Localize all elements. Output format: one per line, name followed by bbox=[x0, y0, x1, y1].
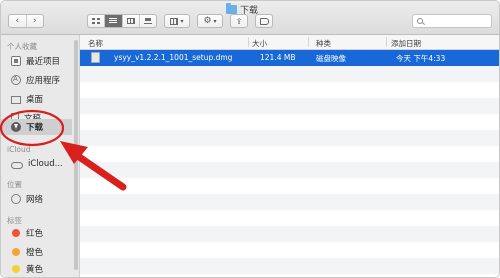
group-icon bbox=[170, 17, 179, 25]
applications-icon bbox=[11, 75, 21, 85]
column-header-row: 名称 大小 种类 添加日期 bbox=[80, 35, 499, 50]
forward-button[interactable]: › bbox=[27, 15, 44, 27]
sidebar-heading-icloud: iCloud bbox=[7, 145, 31, 154]
sidebar-item-label: 最近项目 bbox=[26, 57, 61, 67]
tag-icon bbox=[259, 17, 269, 25]
sidebar-item-label: 红色 bbox=[26, 229, 44, 239]
icon-view-button[interactable] bbox=[88, 15, 106, 27]
column-view-button[interactable] bbox=[123, 15, 140, 27]
icloud-icon bbox=[11, 161, 23, 169]
chevron-down-icon: ▾ bbox=[213, 17, 217, 25]
orange-tag-icon bbox=[12, 248, 20, 256]
column-header-kind[interactable]: 种类 bbox=[316, 38, 331, 49]
disk-image-icon bbox=[91, 52, 100, 63]
tags-button[interactable] bbox=[255, 14, 273, 28]
chevron-right-icon: › bbox=[32, 16, 37, 26]
sidebar-item-label: 橙色 bbox=[26, 248, 44, 258]
list-icon bbox=[109, 18, 118, 24]
column-divider bbox=[308, 37, 309, 47]
sidebar-item-label: 桌面 bbox=[26, 95, 44, 105]
sidebar-item-tag-red[interactable]: 红色 bbox=[1, 225, 72, 241]
sidebar-item-tag-yellow[interactable]: 黄色 bbox=[1, 261, 72, 277]
view-switcher bbox=[87, 14, 157, 28]
sidebar-item-tag-orange[interactable]: 橙色 bbox=[1, 244, 72, 260]
sidebar-item-label: iCloud... bbox=[28, 159, 63, 169]
red-tag-icon bbox=[12, 229, 20, 237]
column-header-size[interactable]: 大小 bbox=[252, 38, 267, 49]
sidebar-item-icloud-drive[interactable]: iCloud... bbox=[1, 156, 72, 172]
sidebar-heading-locations: 位置 bbox=[7, 180, 22, 189]
empty-row bbox=[80, 226, 499, 242]
sidebar-item-label: 网络 bbox=[26, 195, 44, 205]
sidebar: 个人收藏 最近项目 应用程序 桌面 文稿 下载 iCloud iCloud...… bbox=[1, 35, 80, 277]
sidebar-item-downloads[interactable]: 下载 bbox=[1, 119, 72, 135]
empty-row bbox=[80, 242, 499, 258]
empty-row bbox=[80, 66, 499, 82]
file-list: 名称 大小 种类 添加日期 ysyy_v1.2.2.1_1001_setup.d… bbox=[80, 35, 499, 277]
empty-row bbox=[80, 210, 499, 226]
group-button[interactable]: ▾ bbox=[164, 14, 190, 28]
empty-row bbox=[80, 130, 499, 146]
action-button[interactable]: ⚙ ▾ bbox=[197, 14, 223, 28]
desktop-icon bbox=[11, 95, 21, 104]
recents-icon bbox=[11, 56, 21, 66]
search-icon bbox=[417, 18, 423, 24]
empty-row bbox=[80, 146, 499, 162]
column-divider bbox=[386, 37, 387, 47]
folder-icon bbox=[226, 2, 237, 14]
empty-row bbox=[80, 178, 499, 194]
network-icon bbox=[11, 194, 21, 204]
sidebar-item-label: 应用程序 bbox=[26, 76, 61, 86]
file-date-added: 今天 下午4:33 bbox=[396, 54, 446, 63]
toolbar: 下载 ‹ › ▾ ⚙ ▾ ⇪ bbox=[1, 1, 499, 35]
gear-icon: ⚙ bbox=[203, 16, 212, 26]
columns-icon bbox=[126, 18, 135, 24]
sidebar-item-label: 下载 bbox=[26, 123, 44, 133]
sidebar-heading-favorites: 个人收藏 bbox=[7, 42, 37, 51]
downloads-icon bbox=[11, 122, 21, 132]
column-header-name[interactable]: 名称 bbox=[88, 38, 103, 49]
share-button[interactable]: ⇪ bbox=[230, 14, 248, 28]
sidebar-scrollbar[interactable] bbox=[74, 40, 78, 270]
empty-row bbox=[80, 258, 499, 274]
share-icon: ⇪ bbox=[235, 16, 243, 26]
finder-window: 下载 ‹ › ▾ ⚙ ▾ ⇪ 个人收藏 最近项目 A 应用程序 桌面 下载 iC… bbox=[0, 0, 500, 278]
empty-row bbox=[80, 98, 499, 114]
empty-row bbox=[80, 82, 499, 98]
file-name: ysyy_v1.2.2.1_1001_setup.dmg bbox=[114, 53, 233, 62]
file-size: 121.4 MB bbox=[260, 53, 296, 62]
sidebar-item-desktop[interactable]: 桌面 bbox=[1, 91, 72, 107]
back-button[interactable]: ‹ bbox=[9, 15, 27, 27]
file-kind: 磁盘映像 bbox=[316, 54, 346, 63]
chevron-down-icon: ▾ bbox=[180, 17, 184, 25]
yellow-tag-icon bbox=[12, 265, 20, 273]
cover-flow-button[interactable] bbox=[140, 15, 156, 27]
table-row[interactable]: ysyy_v1.2.2.1_1001_setup.dmg 121.4 MB 磁盘… bbox=[80, 50, 499, 66]
sidebar-item-applications[interactable]: 应用程序 bbox=[1, 72, 72, 88]
column-header-date-added[interactable]: 添加日期 bbox=[391, 38, 421, 49]
chevron-left-icon: ‹ bbox=[15, 16, 20, 26]
cover-flow-icon bbox=[143, 18, 152, 24]
empty-row bbox=[80, 162, 499, 178]
empty-row bbox=[80, 114, 499, 130]
list-view-button[interactable] bbox=[105, 15, 123, 27]
nav-buttons: ‹ › bbox=[8, 14, 44, 28]
empty-row bbox=[80, 194, 499, 210]
sidebar-item-label: 黄色 bbox=[26, 265, 44, 275]
grid-icon bbox=[92, 18, 101, 24]
column-divider bbox=[248, 37, 249, 47]
sidebar-item-recents[interactable]: 最近项目 bbox=[1, 53, 72, 69]
search-field[interactable] bbox=[412, 14, 492, 28]
sidebar-item-network[interactable]: 网络 bbox=[1, 191, 72, 207]
